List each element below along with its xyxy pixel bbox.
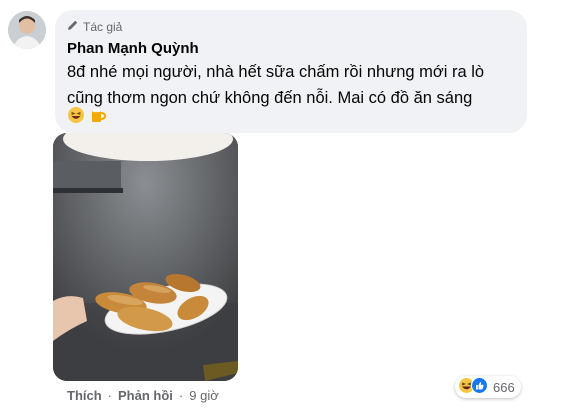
reaction-count: 666 — [493, 379, 515, 395]
like-icon — [471, 377, 488, 397]
time-separator: · — [178, 388, 184, 403]
comment-timestamp[interactable]: 9 giờ — [189, 388, 219, 403]
pencil-icon — [67, 19, 79, 34]
reply-link[interactable]: Phản hồi — [118, 388, 173, 403]
reaction-summary[interactable]: 666 — [455, 376, 521, 398]
emoji-row — [67, 106, 107, 129]
avatar[interactable] — [8, 11, 46, 49]
laughing-emoji-icon — [67, 106, 85, 129]
author-badge-label: Tác giả — [83, 19, 123, 34]
comment-photo[interactable] — [53, 133, 238, 381]
comment-bubble: Tác giả Phan Mạnh Quỳnh 8đ nhé mọi người… — [55, 10, 527, 133]
like-link[interactable]: Thích — [67, 388, 102, 403]
comment-text: 8đ nhé mọi người, nhà hết sữa chấm rồi n… — [67, 63, 485, 107]
comment-actions: Thích · Phản hồi · 9 giờ — [67, 388, 219, 403]
author-name[interactable]: Phan Mạnh Quỳnh — [67, 40, 199, 57]
action-separator: · — [107, 388, 113, 403]
author-badge: Tác giả — [67, 19, 122, 34]
beer-emoji-icon — [90, 106, 107, 129]
